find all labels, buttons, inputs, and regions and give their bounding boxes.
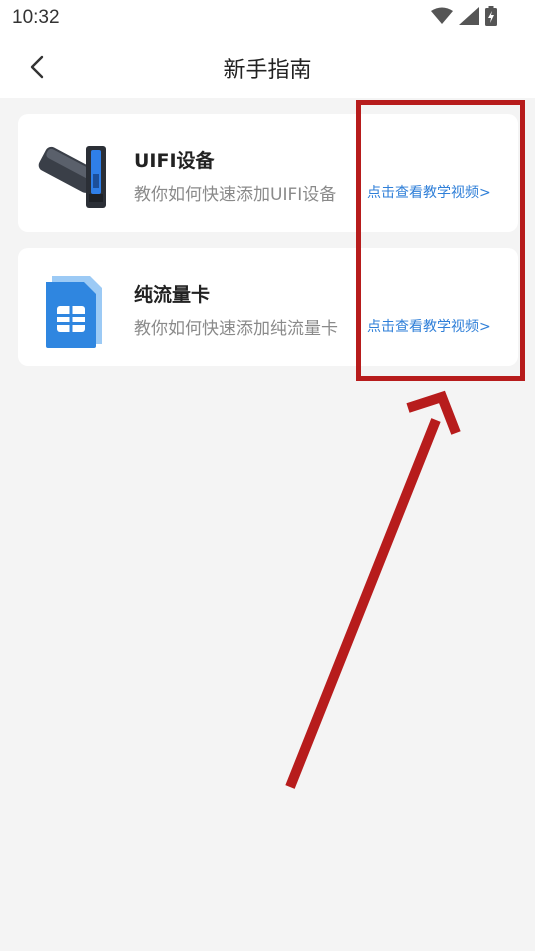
annotation-arrow	[285, 390, 461, 789]
